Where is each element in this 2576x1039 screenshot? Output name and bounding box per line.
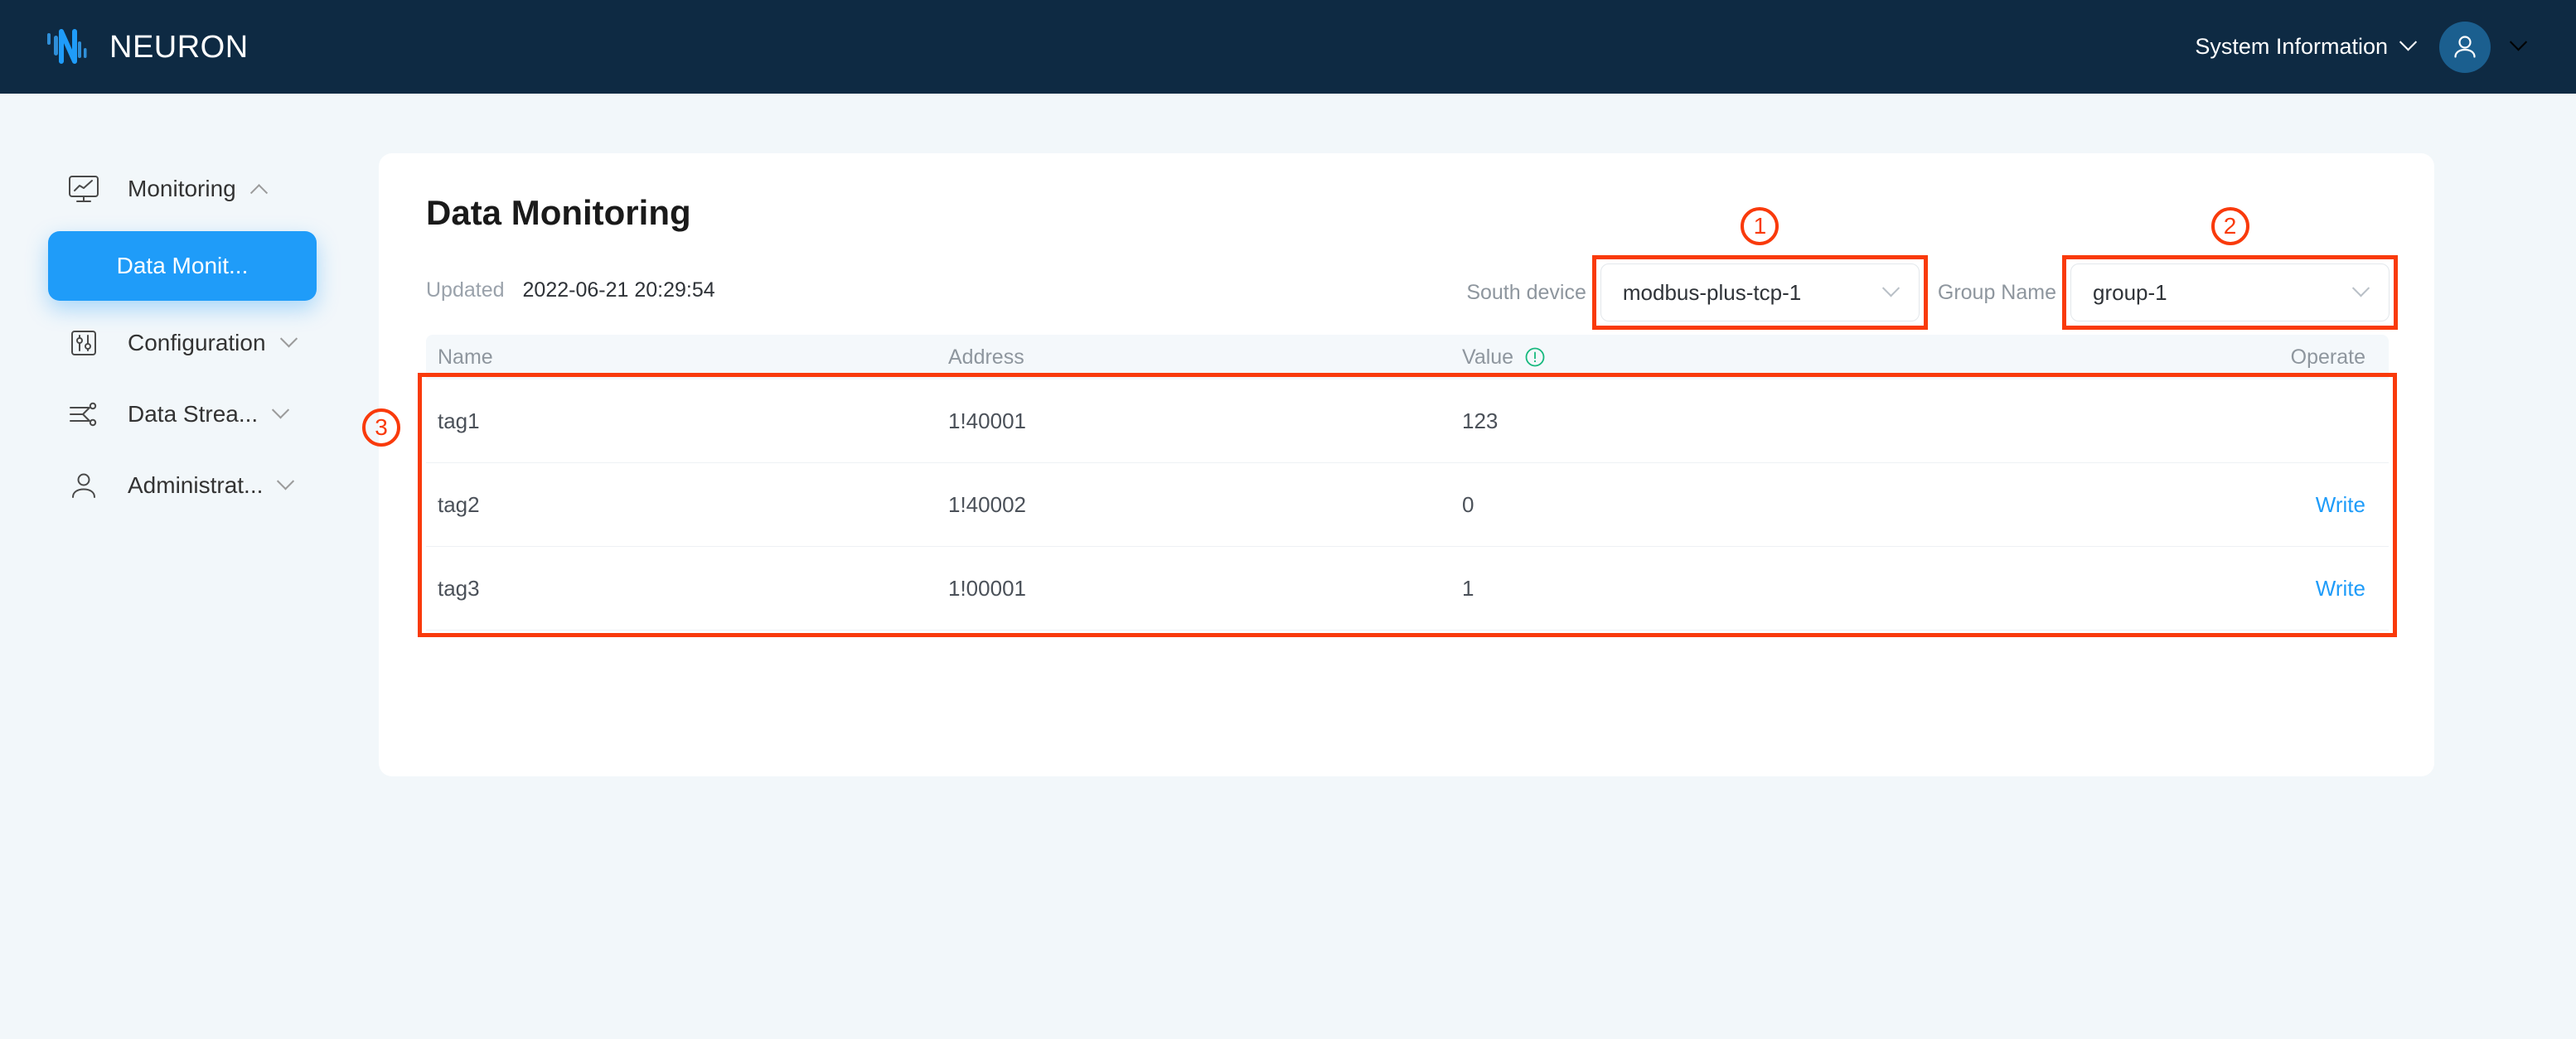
updated-row: Updated 2022-06-21 20:29:54: [426, 278, 715, 302]
sidebar-item-label: Administrat...: [128, 472, 264, 498]
sidebar-item-label: Data Strea...: [128, 401, 259, 427]
data-stream-icon: [65, 395, 103, 433]
cell-value: 123: [1462, 408, 1499, 433]
chevron-down-icon: [272, 400, 290, 418]
group-name-selector-group: Group Name group-1: [1938, 263, 2390, 321]
chevron-down-icon: [2351, 278, 2370, 297]
cell-value: 1: [1462, 575, 1474, 601]
cell-operate: Write: [2092, 576, 2389, 602]
column-header-operate: Operate: [2290, 345, 2365, 369]
brand[interactable]: NEURON: [43, 23, 249, 71]
south-device-label: South device: [1466, 280, 1586, 304]
topbar-right-group: System Information: [2195, 21, 2528, 73]
cell-operate: Write: [2092, 492, 2389, 518]
monitor-chart-icon: [65, 170, 103, 208]
column-header-value: Value: [1462, 346, 2092, 370]
write-link[interactable]: Write: [2316, 576, 2365, 601]
table-row[interactable]: tag3 1!00001 1 Write: [426, 547, 2389, 631]
cell-name: tag2: [438, 491, 480, 517]
group-name-value: group-1: [2093, 279, 2167, 305]
sidebar-item-data-stream[interactable]: Data Strea...: [0, 379, 379, 450]
filter-selectors: South device modbus-plus-tcp-1 Group Nam…: [1466, 263, 2390, 321]
updated-timestamp: 2022-06-21 20:29:54: [522, 278, 715, 302]
sidebar-item-monitoring[interactable]: Monitoring: [0, 153, 379, 225]
chevron-down-icon: [2399, 33, 2418, 51]
sliders-icon: [65, 324, 103, 362]
sidebar-item-configuration[interactable]: Configuration: [0, 307, 379, 379]
user-account-menu[interactable]: [2439, 21, 2528, 73]
sidebar-item-label: Configuration: [128, 330, 266, 355]
south-device-selector-group: South device modbus-plus-tcp-1: [1466, 263, 1920, 321]
user-avatar-icon: [2454, 35, 2476, 58]
sidebar-item-data-monitoring[interactable]: Data Monit...: [48, 231, 317, 301]
column-header-name: Name: [438, 345, 493, 369]
avatar[interactable]: [2439, 21, 2491, 73]
column-header-value-label: Value: [1462, 345, 1514, 369]
sidebar-item-label: Monitoring: [128, 176, 236, 201]
cell-address: 1!40002: [948, 491, 1026, 517]
group-name-select[interactable]: group-1: [2070, 263, 2390, 321]
sidebar-subitem-row: Data Monit...: [0, 225, 379, 307]
table-header-row: Name Address Value Operate: [426, 335, 2389, 379]
cell-value: 0: [1462, 491, 1474, 517]
sidebar-subitem-label: Data Monit...: [116, 253, 249, 278]
system-information-label: System Information: [2195, 34, 2388, 59]
chevron-down-icon: [2509, 33, 2528, 51]
cell-name: tag1: [438, 408, 480, 433]
table-row[interactable]: tag1 1!40001 123: [426, 379, 2389, 463]
group-name-label: Group Name: [1937, 280, 2056, 304]
info-exclamation-icon[interactable]: [1524, 346, 1546, 368]
cell-address: 1!00001: [948, 575, 1026, 601]
chevron-up-icon: [249, 183, 268, 201]
cell-name: tag3: [438, 575, 480, 601]
sidebar-item-administration[interactable]: Administrat...: [0, 450, 379, 521]
page-title: Data Monitoring: [426, 193, 691, 232]
south-device-select[interactable]: modbus-plus-tcp-1: [1600, 263, 1920, 321]
sidebar: Monitoring Data Monit... Configuration D…: [0, 94, 379, 1039]
column-header-address: Address: [948, 345, 1024, 369]
south-device-value: modbus-plus-tcp-1: [1622, 279, 1802, 305]
write-link[interactable]: Write: [2316, 492, 2365, 517]
brand-name: NEURON: [109, 29, 249, 65]
chevron-down-icon: [277, 471, 295, 490]
cell-address: 1!40001: [948, 408, 1026, 433]
updated-label: Updated: [426, 278, 505, 302]
user-icon: [65, 466, 103, 505]
chevron-down-icon: [1881, 278, 1900, 297]
page-body: Monitoring Data Monit... Configuration D…: [0, 94, 2576, 1039]
top-navigation-bar: NEURON System Information: [0, 0, 2576, 94]
neuron-logo-icon: [43, 23, 91, 71]
system-information-menu[interactable]: System Information: [2195, 33, 2418, 60]
data-monitoring-table: Name Address Value Operate tag1 1!40001 …: [426, 335, 2389, 631]
chevron-down-icon: [279, 329, 298, 347]
table-row[interactable]: tag2 1!40002 0 Write: [426, 463, 2389, 547]
data-monitoring-card: Data Monitoring Updated 2022-06-21 20:29…: [379, 153, 2434, 776]
